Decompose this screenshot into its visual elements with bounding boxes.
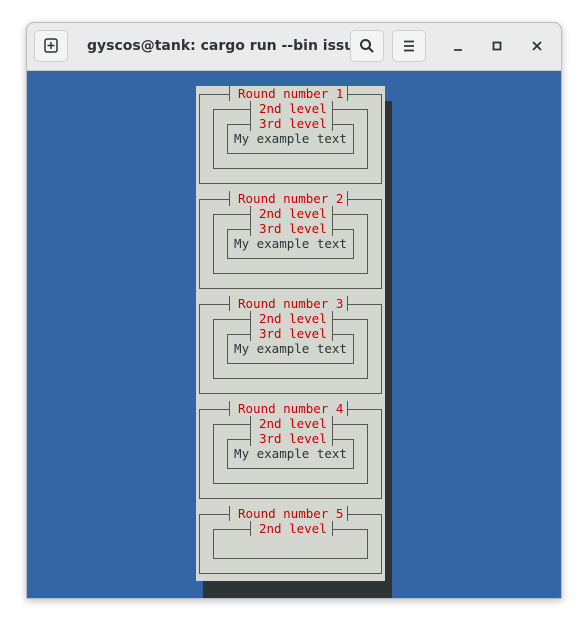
round-title: Round number 3 [229,296,348,311]
level2-label: 2nd level [250,311,333,326]
search-button[interactable] [350,30,384,62]
close-button[interactable] [527,36,547,56]
search-icon [360,39,374,53]
round-panel-4: Round number 4 2nd level 3rd level My ex… [196,401,385,506]
level2-label: 2nd level [250,101,333,116]
terminal-area[interactable]: Round number 1 2nd level 3rd level My ex… [27,71,561,598]
round-title: Round number 4 [229,401,348,416]
example-text: My example text [234,446,347,461]
round-title: Round number 1 [229,86,348,101]
level3-label: 3rd level [250,431,333,446]
new-tab-button[interactable] [34,30,68,62]
maximize-icon [492,41,502,51]
round-panel-1: Round number 1 2nd level 3rd level My ex… [196,86,385,191]
minimize-icon [454,49,462,51]
window-title: gyscos@tank: cargo run --bin issue [87,38,364,54]
round-panel-3: Round number 3 2nd level 3rd level My ex… [196,296,385,401]
new-tab-icon [44,38,58,53]
close-icon [532,41,542,51]
level3-label: 3rd level [250,221,333,236]
title-bar[interactable]: gyscos@tank: cargo run --bin issue [27,23,561,71]
round-title: Round number 2 [229,191,348,206]
example-text: My example text [234,236,347,251]
hamburger-menu-icon [404,40,414,52]
round-panel-2: Round number 2 2nd level 3rd level My ex… [196,191,385,296]
rounds-panel: Round number 1 2nd level 3rd level My ex… [196,86,385,581]
minimize-button[interactable] [448,36,468,56]
menu-button[interactable] [392,30,426,62]
terminal-window: gyscos@tank: cargo run --bin issue Round… [26,22,562,599]
round-panel-5: Round number 5 2nd level [196,506,385,581]
example-text: My example text [234,341,347,356]
level3-label: 3rd level [250,116,333,131]
level3-label: 3rd level [250,326,333,341]
level2-label: 2nd level [250,521,333,536]
maximize-button[interactable] [487,36,507,56]
level2-label: 2nd level [250,416,333,431]
round-title: Round number 5 [229,506,348,521]
example-text: My example text [234,131,347,146]
level2-label: 2nd level [250,206,333,221]
